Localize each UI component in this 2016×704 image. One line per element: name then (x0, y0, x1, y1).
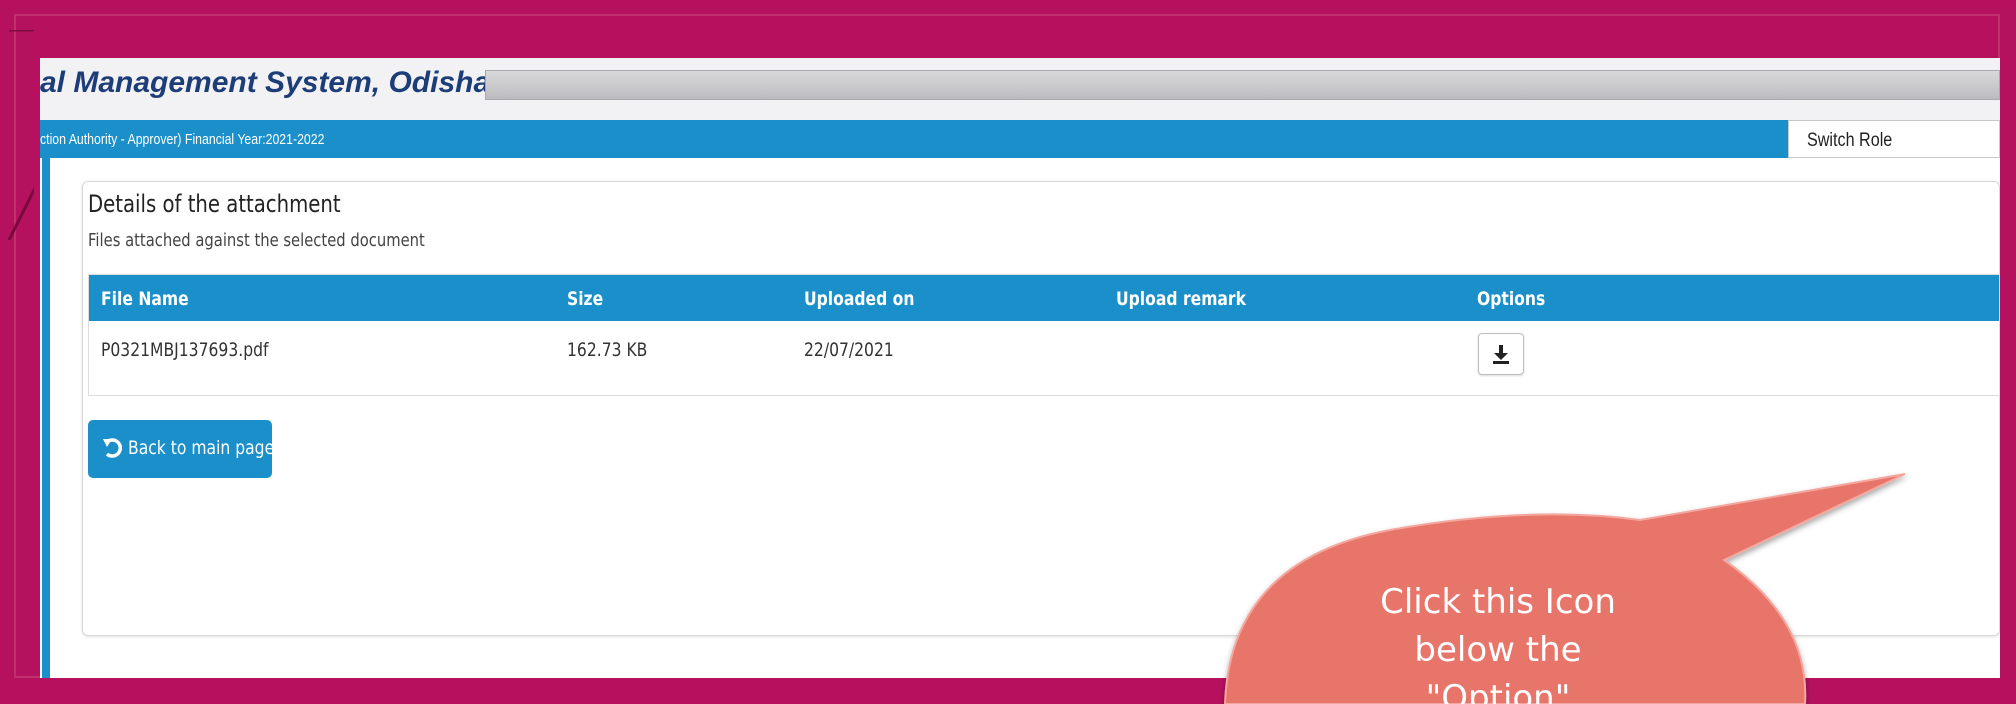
cell-size: 162.73 KB (567, 339, 648, 361)
back-to-main-page-button[interactable]: Back to main page (88, 420, 275, 478)
attachments-table: File Name Size Uploaded on Upload remark… (88, 274, 2000, 396)
table-row: P0321MBJ137693.pdf 162.73 KB 22/07/2021 (89, 321, 1999, 395)
cell-file-name: P0321MBJ137693.pdf (101, 339, 269, 361)
cell-uploaded-on: 22/07/2021 (804, 339, 894, 361)
download-button[interactable] (1478, 333, 1524, 375)
back-button-label: Back to main page (128, 437, 275, 459)
download-icon (1493, 345, 1509, 364)
attachment-subtitle: Files attached against the selected docu… (88, 230, 425, 251)
column-header-uploaded-on: Uploaded on (804, 288, 915, 310)
column-header-options: Options (1477, 288, 1546, 310)
column-header-size: Size (567, 288, 604, 310)
undo-icon (103, 438, 123, 458)
table-header: File Name Size Uploaded on Upload remark… (89, 275, 1999, 321)
column-header-file-name: File Name (101, 288, 189, 310)
attachment-title: Details of the attachment (88, 190, 341, 218)
column-header-upload-remark: Upload remark (1116, 288, 1246, 310)
